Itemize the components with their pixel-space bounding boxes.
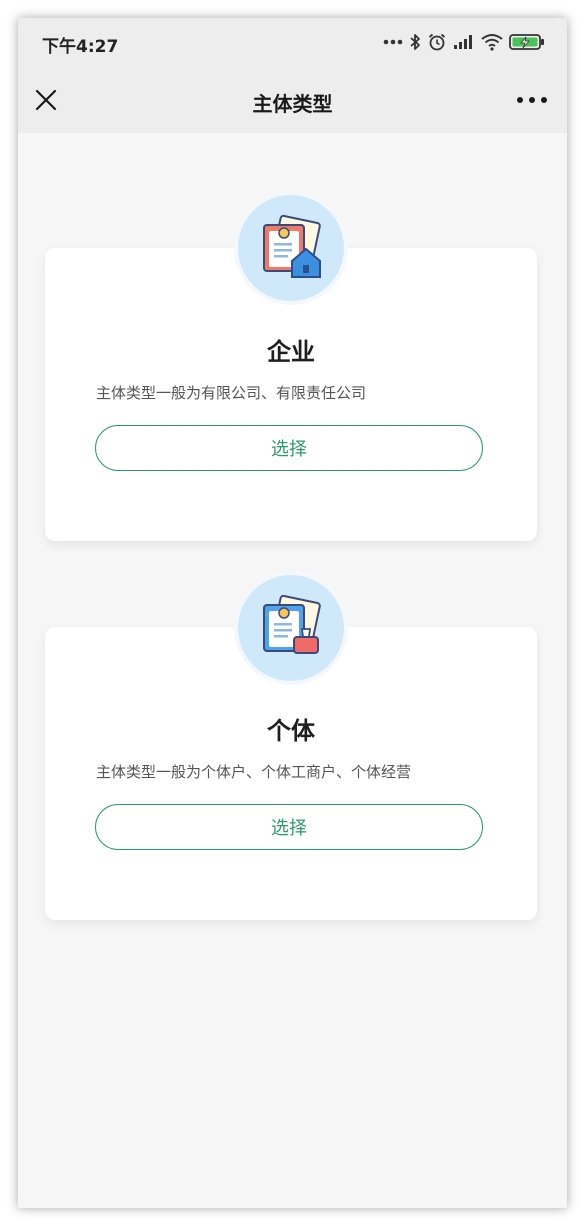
nav-bar: 主体类型 [18,68,567,133]
individual-icon [234,571,348,685]
select-enterprise-button[interactable]: 选择 [95,425,483,471]
alarm-icon [427,32,447,52]
enterprise-icon [234,191,348,305]
signal-icon [453,34,475,50]
status-bar: 下午4:27 [18,18,567,68]
phone-screen: 下午4:27 主体类型 企业 主体类型一般为有限公司、有限责任公司 选择 个体 … [18,18,567,1208]
bluetooth-icon [409,33,421,51]
option-title: 企业 [267,338,315,366]
status-icons [383,30,545,54]
select-individual-button[interactable]: 选择 [95,804,483,850]
option-description: 主体类型一般为个体户、个体工商户、个体经营 [96,763,412,781]
option-title: 个体 [267,717,315,745]
status-time: 下午4:27 [42,37,119,57]
more-icon [517,97,523,103]
wifi-icon [481,33,503,51]
more-button[interactable] [517,88,547,112]
page-title: 主体类型 [252,92,333,116]
battery-charging-icon [509,33,545,51]
option-description: 主体类型一般为有限公司、有限责任公司 [96,384,367,402]
more-dots-icon [383,39,403,45]
